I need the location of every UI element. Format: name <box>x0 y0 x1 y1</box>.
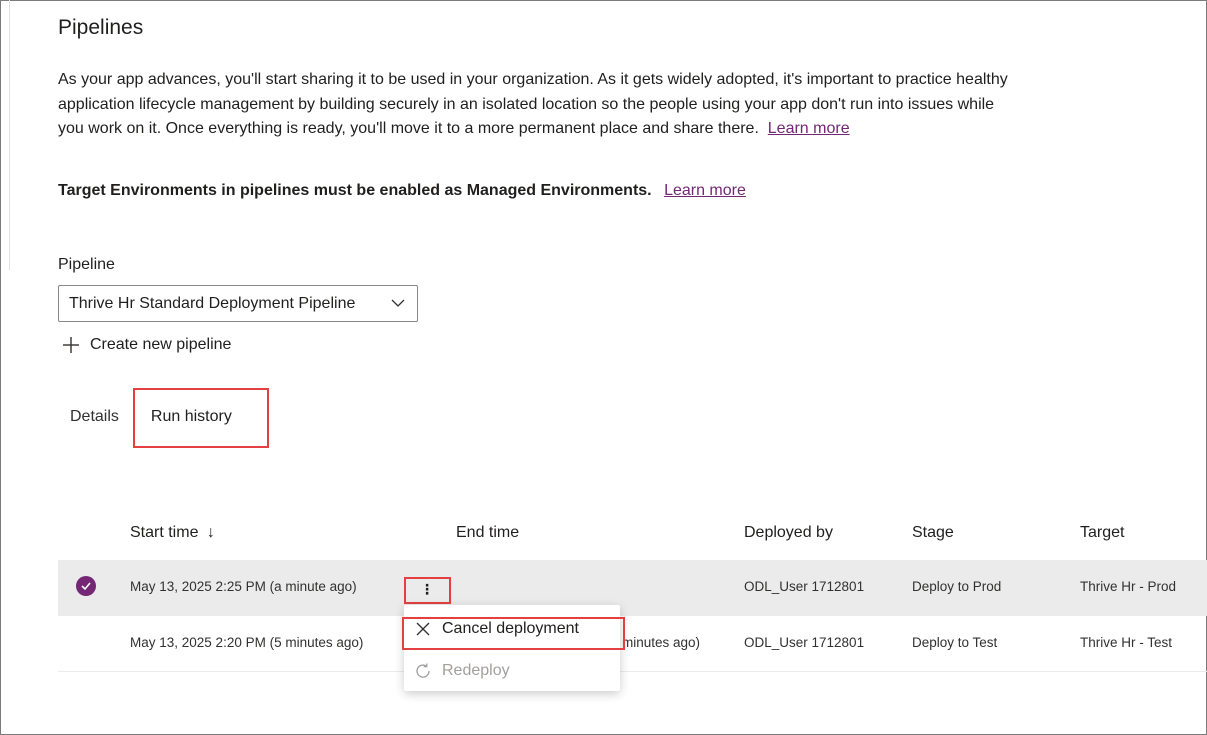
column-deployed-by[interactable]: Deployed by <box>744 524 833 542</box>
run-history-grid: Start time ↓ End time Deployed by Stage … <box>58 510 1207 672</box>
cell-stage: Deploy to Prod <box>912 579 1002 594</box>
sort-down-icon: ↓ <box>206 524 215 541</box>
plus-icon <box>63 337 79 353</box>
create-new-pipeline-button[interactable]: Create new pipeline <box>62 336 231 354</box>
cell-deployed-by: ODL_User 1712801 <box>744 579 865 594</box>
tab-run-history[interactable]: Run history <box>151 408 232 426</box>
create-new-pipeline-label: Create new pipeline <box>90 336 232 353</box>
table-row[interactable]: May 13, 2025 2:25 PM (a minute ago) ⋮ OD… <box>58 560 1207 616</box>
chevron-down-icon <box>391 299 405 307</box>
more-options-button[interactable]: ⋮ <box>406 576 448 602</box>
pipeline-label: Pipeline <box>58 256 115 273</box>
page-description: As your app advances, you'll start shari… <box>58 68 1008 142</box>
cell-start-time: May 13, 2025 2:20 PM (5 minutes ago) <box>130 635 364 650</box>
column-end-time[interactable]: End time <box>456 524 519 542</box>
column-start-time[interactable]: Start time ↓ <box>130 524 215 542</box>
managed-environments-note: Target Environments in pipelines must be… <box>58 182 746 200</box>
managed-learn-more-link[interactable]: Learn more <box>664 182 746 199</box>
cell-target: Thrive Hr - Prod <box>1080 579 1177 594</box>
redeploy-menu-item[interactable]: Redeploy <box>404 653 620 689</box>
tab-bar: Details Run history <box>70 408 264 426</box>
cancel-deployment-menu-item[interactable]: Cancel deployment <box>404 611 620 647</box>
table-row[interactable]: May 13, 2025 2:20 PM (5 minutes ago) min… <box>58 616 1207 672</box>
tab-details[interactable]: Details <box>70 408 119 426</box>
cell-start-time: May 13, 2025 2:25 PM (a minute ago) <box>130 579 357 594</box>
pipeline-selected-value: Thrive Hr Standard Deployment Pipeline <box>69 294 356 312</box>
page-title: Pipelines <box>58 16 144 39</box>
column-start-time-label: Start time <box>130 524 199 541</box>
cell-target: Thrive Hr - Test <box>1080 635 1173 650</box>
column-stage[interactable]: Stage <box>912 524 954 542</box>
description-text: As your app advances, you'll start shari… <box>58 71 1008 137</box>
refresh-icon <box>416 663 430 678</box>
grid-header: Start time ↓ End time Deployed by Stage … <box>58 510 1207 560</box>
managed-note-text: Target Environments in pipelines must be… <box>58 182 652 199</box>
context-menu: Cancel deployment Redeploy <box>404 605 620 691</box>
cancel-deployment-label: Cancel deployment <box>442 620 579 637</box>
pipeline-dropdown[interactable]: Thrive Hr Standard Deployment Pipeline <box>58 285 418 322</box>
checkmark-icon[interactable] <box>76 576 96 596</box>
redeploy-label: Redeploy <box>442 662 510 679</box>
learn-more-link[interactable]: Learn more <box>768 120 850 137</box>
close-icon <box>416 622 430 636</box>
cell-stage: Deploy to Test <box>912 635 998 650</box>
left-rail <box>0 0 10 270</box>
cell-deployed-by: ODL_User 1712801 <box>744 635 865 650</box>
cell-end-time: minutes ago) <box>622 635 701 650</box>
column-target[interactable]: Target <box>1080 524 1124 542</box>
